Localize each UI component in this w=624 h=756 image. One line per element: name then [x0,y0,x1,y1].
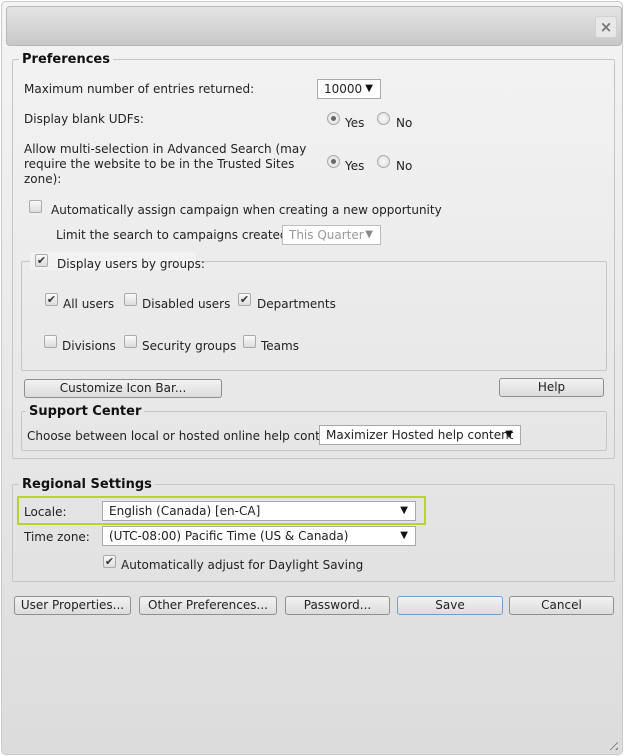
display-blank-udfs-yes-radio[interactable] [327,112,340,125]
user-properties-button[interactable]: User Properties... [14,596,131,615]
save-button[interactable]: Save [397,596,503,615]
cancel-button[interactable]: Cancel [509,596,614,615]
all-users-label[interactable]: All users [63,297,114,312]
resize-grip-icon[interactable] [606,738,618,750]
timezone-label: Time zone: [24,530,90,544]
password-button[interactable]: Password... [285,596,390,615]
display-users-by-groups-label[interactable]: Display users by groups: [57,257,205,272]
max-entries-select[interactable]: 10000 ▼ [317,79,381,99]
limit-search-label: Limit the search to campaigns created: [56,228,292,242]
auto-assign-campaign-checkbox[interactable] [29,200,42,213]
customize-icon-bar-button[interactable]: Customize Icon Bar... [24,379,222,398]
chevron-down-icon: ▼ [365,229,373,240]
other-preferences-button[interactable]: Other Preferences... [139,596,277,615]
teams-checkbox[interactable] [243,335,256,348]
multi-selection-yes-radio[interactable] [327,155,340,168]
daylight-saving-label[interactable]: Automatically adjust for Daylight Saving [121,558,363,573]
security-groups-label[interactable]: Security groups [142,339,236,354]
display-users-by-groups-section [21,261,607,371]
daylight-saving-checkbox[interactable]: ✔ [103,555,116,568]
display-blank-udfs-no-label[interactable]: No [396,116,412,131]
chevron-down-icon: ▼ [400,505,408,516]
locale-select[interactable]: English (Canada) [en-CA] ▼ [102,501,416,521]
multi-selection-no-radio[interactable] [377,155,390,168]
multi-selection-label-line1: Allow multi-selection in Advanced Search… [24,142,307,156]
max-entries-label: Maximum number of entries returned: [24,82,255,96]
departments-label[interactable]: Departments [257,297,336,312]
teams-label[interactable]: Teams [261,339,299,354]
check-icon: ✔ [46,293,57,306]
timezone-select[interactable]: (UTC-08:00) Pacific Time (US & Canada) ▼ [102,526,416,546]
auto-assign-campaign-label[interactable]: Automatically assign campaign when creat… [51,203,442,218]
chevron-down-icon: ▼ [505,429,513,440]
multi-selection-label-line2: require the website to be in the Trusted… [24,157,295,171]
preferences-legend: Preferences [22,52,110,67]
help-button[interactable]: Help [499,378,604,397]
close-icon: × [599,18,613,36]
chevron-down-icon: ▼ [400,530,408,541]
preferences-dialog: × Preferences Maximum number of entries … [1,1,623,755]
divisions-label[interactable]: Divisions [62,339,116,354]
departments-checkbox[interactable]: ✔ [238,293,251,306]
chevron-down-icon: ▼ [365,83,373,94]
multi-selection-yes-label[interactable]: Yes [345,159,364,174]
all-users-checkbox[interactable]: ✔ [45,293,58,306]
timezone-value: (UTC-08:00) Pacific Time (US & Canada) [109,529,349,543]
display-users-by-groups-checkbox[interactable]: ✔ [35,254,48,267]
locale-value: English (Canada) [en-CA] [109,504,261,518]
display-blank-udfs-no-radio[interactable] [377,112,390,125]
display-blank-udfs-label: Display blank UDFs: [24,112,144,126]
support-center-label: Choose between local or hosted online he… [27,429,344,443]
multi-selection-label-line3: zone): [24,172,62,186]
help-content-value: Maximizer Hosted help content [326,428,514,442]
divisions-checkbox[interactable] [44,335,57,348]
dialog-titlebar[interactable]: × [6,6,622,46]
max-entries-value: 10000 [324,82,363,96]
check-icon: ✔ [36,254,47,267]
close-button[interactable]: × [595,16,617,38]
multi-selection-no-label[interactable]: No [396,159,412,174]
limit-search-value: This Quarter [289,228,364,242]
help-content-select[interactable]: Maximizer Hosted help content ▼ [319,425,521,445]
support-center-legend: Support Center [29,404,142,419]
locale-label: Locale: [24,505,67,519]
limit-search-select[interactable]: This Quarter ▼ [282,225,381,245]
security-groups-checkbox[interactable] [124,335,137,348]
check-icon: ✔ [239,293,250,306]
display-blank-udfs-yes-label[interactable]: Yes [345,116,364,131]
regional-settings-legend: Regional Settings [22,477,152,492]
disabled-users-label[interactable]: Disabled users [142,297,230,312]
disabled-users-checkbox[interactable] [124,293,137,306]
check-icon: ✔ [104,555,115,568]
